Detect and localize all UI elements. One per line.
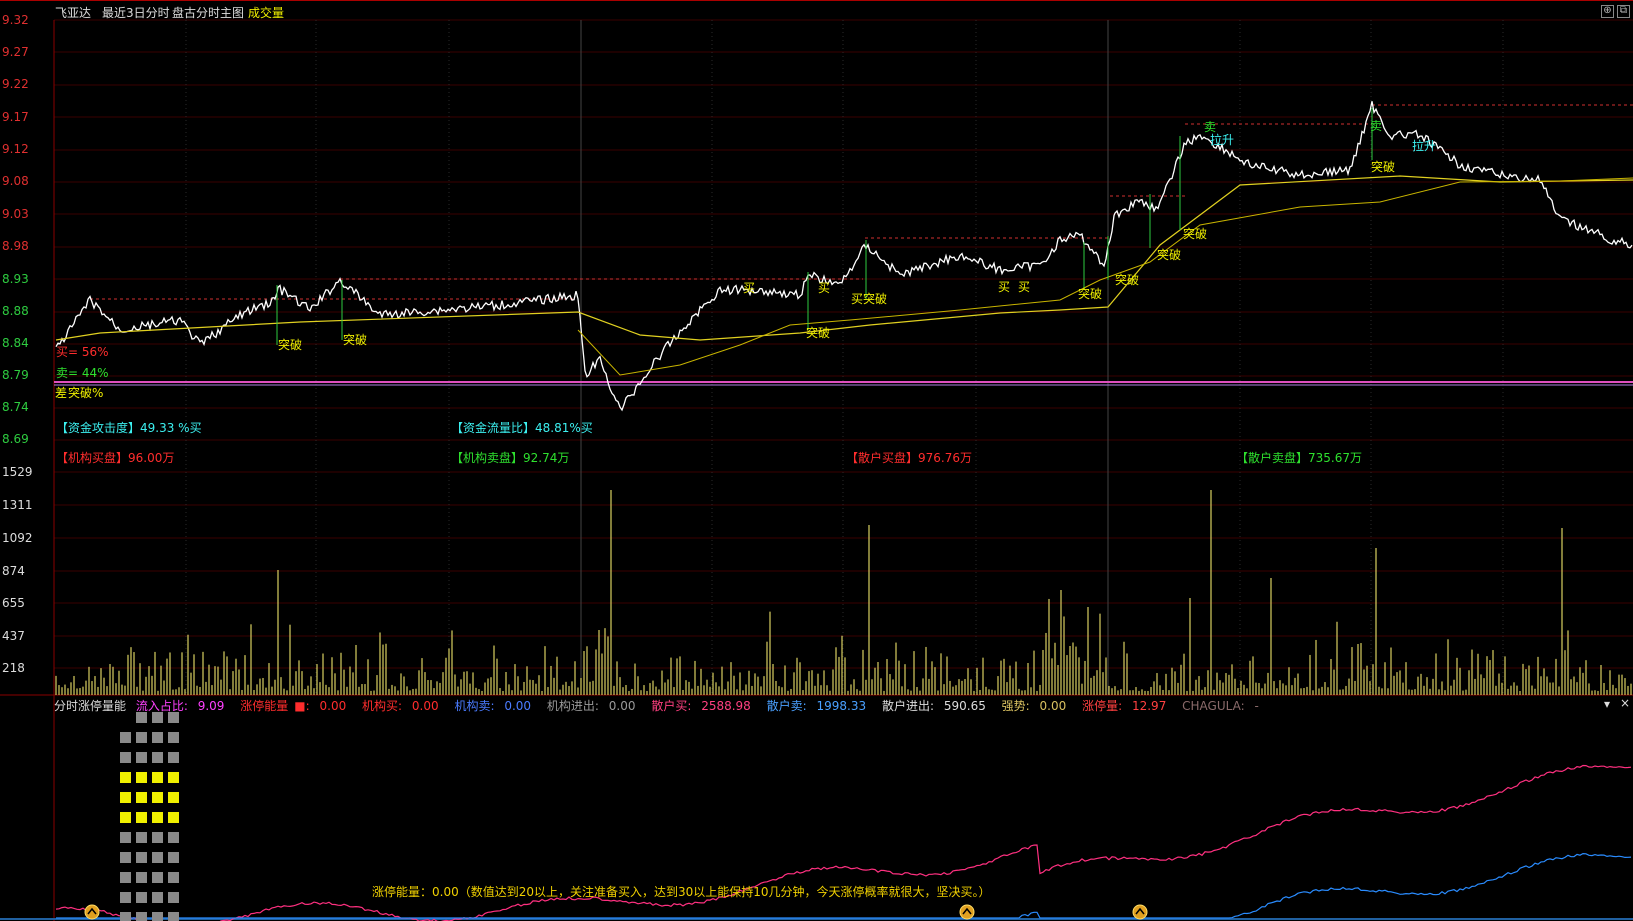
energy-square [168,912,179,921]
average-price-line [55,175,1633,341]
energy-square [120,772,131,783]
energy-square [152,792,163,803]
breakout-annotation: 突破 [1078,287,1103,301]
energy-square [136,752,147,763]
signal-markers [84,904,1148,920]
inst-sell-value: 机构卖: 0.00 [454,699,532,713]
energy-square [136,912,147,921]
breakout-annotation: 突破 [1371,160,1396,174]
energy-square [168,812,179,823]
inst-buy-label: 【机构买盘】96.00万 [56,451,175,465]
energy-square [168,852,179,863]
close-icon[interactable]: × [1620,696,1630,710]
limit-volume-value: 涨停量: 12.97 [1082,699,1167,713]
indicator-bar: 分时涨停量能 流入占比: 9.09 涨停能量 ■: 0.00 机构买: 0.00 … [54,697,1271,713]
energy-square [152,772,163,783]
sell-annotation: 卖 [1370,119,1383,133]
breakout-annotation: 突破 [1183,227,1208,241]
energy-square [120,812,131,823]
buy-annotation: 买 [998,280,1011,294]
buy-percent: 买= 56% [56,345,109,359]
energy-square [120,752,131,763]
energy-square [168,872,179,883]
breakout-annotation: 突破 [1115,273,1140,287]
chart-canvas[interactable] [0,0,1633,921]
energy-square [120,832,131,843]
diff-label: 差 [55,386,68,400]
energy-square [136,852,147,863]
indicator-name[interactable]: 分时涨停量能 [54,699,126,713]
retail-net-value: 散户进出: 590.65 [881,699,986,713]
energy-square [152,832,163,843]
energy-square [152,912,163,921]
energy-square [152,852,163,863]
breakout-annotation: 突破 [343,333,368,347]
energy-square [120,732,131,743]
energy-square [136,812,147,823]
energy-square [136,892,147,903]
buy-annotation: 买 [818,281,831,295]
energy-square [136,872,147,883]
energy-square [120,872,131,883]
energy-square [168,892,179,903]
inst-buy-value: 机构买: 0.00 [362,699,439,713]
breakout-annotation: 突破 [278,338,303,352]
energy-square [136,832,147,843]
price-lines [55,101,1633,412]
energy-square [168,752,179,763]
energy-square [136,712,147,723]
limit-energy-hint: 涨停能量：0.00（数值达到20以上，关注准备买入，达到30以上能保持10几分钟… [372,885,991,899]
energy-square [152,872,163,883]
breakout-annotation: 突破 [806,326,831,340]
dropdown-icon[interactable]: ▾ [1604,697,1610,711]
energy-square [120,912,131,921]
energy-square [120,792,131,803]
flow-ratio-label: 【资金流量比】48.81%买 [451,421,593,435]
energy-square [152,712,163,723]
up-arrow-icon [959,904,975,920]
energy-square [168,772,179,783]
energy-square [120,852,131,863]
grid-lines [0,19,1633,921]
energy-square [168,832,179,843]
inflow-ratio: 流入占比: 9.09 [135,699,225,713]
energy-square [168,792,179,803]
chagula-value: CHAGULA: - [1182,699,1259,713]
energy-square [152,752,163,763]
price-line [55,101,1633,412]
retail-buy-label: 【散户买盘】976.76万 [846,451,973,465]
retail-sell-value: 散户卖: 1998.33 [766,699,867,713]
energy-square [152,812,163,823]
energy-square [152,732,163,743]
inst-sell-label: 【机构卖盘】92.74万 [451,451,570,465]
rally-annotation: 拉升 [1412,139,1437,153]
energy-square [136,732,147,743]
limit-energy: 涨停能量 ■: 0.00 [240,699,347,713]
buy-breakout-annotation: 买突破 [851,292,888,306]
rally-annotation: 拉升 [1210,133,1235,147]
energy-square [120,892,131,903]
energy-square [168,712,179,723]
up-arrow-icon [84,904,100,920]
breakout-percent: 突破% [68,386,104,400]
breakout-annotation: 突破 [1157,248,1182,262]
buy-annotation: 买 [1018,280,1031,294]
inst-net-value: 机构进出: 0.00 [546,699,636,713]
up-arrow-icon [1132,904,1148,920]
energy-square [168,732,179,743]
sell-percent: 卖= 44% [56,366,109,380]
buy-annotation: 买 [743,281,756,295]
strength-value: 强势: 0.00 [1001,699,1067,713]
retail-sell-label: 【散户卖盘】735.67万 [1236,451,1363,465]
retail-buy-value: 散户买: 2588.98 [651,699,751,713]
energy-squares [120,712,179,921]
energy-square [152,892,163,903]
attack-label: 【资金攻击度】49.33 %买 [56,421,202,435]
energy-square [136,792,147,803]
energy-square [136,772,147,783]
moving-average-line [577,177,1633,376]
